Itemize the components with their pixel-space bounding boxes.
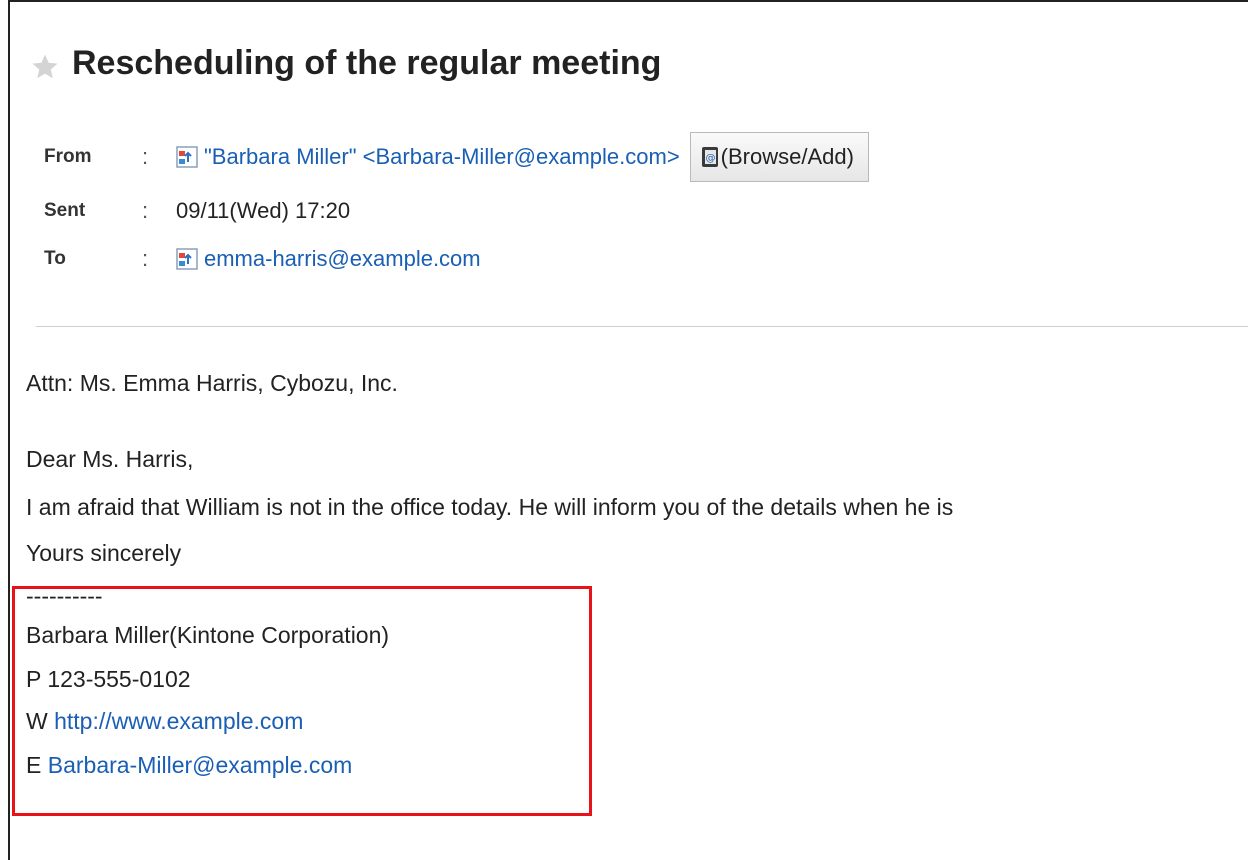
from-separator: : xyxy=(142,144,149,169)
to-row: To : emma-harris@example.com xyxy=(44,246,481,272)
body-attn: Attn: Ms. Emma Harris, Cybozu, Inc. xyxy=(26,370,398,396)
message-title: Rescheduling of the regular meeting xyxy=(72,44,662,82)
browse-add-label: (Browse/Add) xyxy=(720,144,854,169)
body-closing: Yours sincerely xyxy=(26,540,182,566)
from-address-link[interactable]: "Barbara Miller" <Barbara-Miller@example… xyxy=(204,144,680,170)
from-row: From : "Barbara Miller" <Barbara-Miller@… xyxy=(44,132,869,182)
message-title-row: Rescheduling of the regular meeting xyxy=(30,44,661,83)
to-address-link[interactable]: emma-harris@example.com xyxy=(204,246,481,272)
browse-add-button[interactable]: @ (Browse/Add) xyxy=(689,132,869,182)
star-icon[interactable] xyxy=(30,52,60,82)
to-separator: : xyxy=(142,246,149,271)
body-greeting: Dear Ms. Harris, xyxy=(26,446,194,472)
body-paragraph: I am afraid that William is not in the o… xyxy=(26,494,954,520)
from-label: From xyxy=(44,146,92,167)
sent-separator: : xyxy=(142,198,149,223)
to-label: To xyxy=(44,248,66,269)
sent-row: Sent : 09/11(Wed) 17:20 xyxy=(44,198,350,224)
signature-highlight-box xyxy=(12,586,592,816)
header-divider xyxy=(36,326,1248,327)
address-card-icon[interactable] xyxy=(176,248,198,270)
address-book-icon: @ xyxy=(701,147,718,167)
sent-label: Sent xyxy=(44,200,86,221)
address-card-icon[interactable] xyxy=(176,146,198,168)
sent-datetime: 09/11(Wed) 17:20 xyxy=(176,198,351,223)
svg-text:@: @ xyxy=(705,153,715,164)
